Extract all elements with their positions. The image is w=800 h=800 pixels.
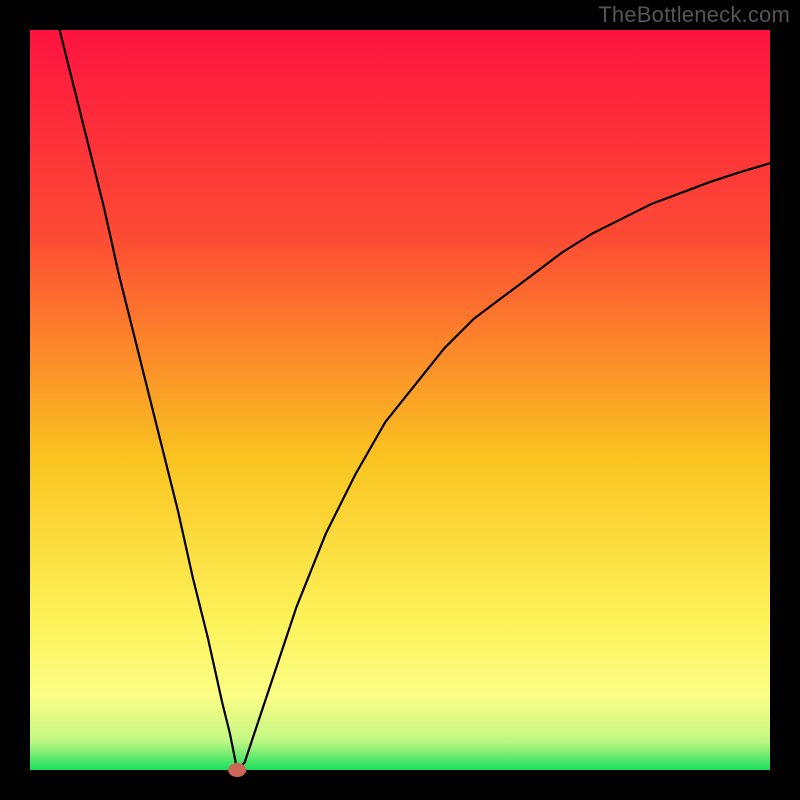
bottleneck-chart (0, 0, 800, 800)
watermark-text: TheBottleneck.com (598, 2, 790, 28)
plot-background (30, 30, 770, 770)
chart-container: TheBottleneck.com (0, 0, 800, 800)
marker-min-marker (228, 763, 246, 777)
